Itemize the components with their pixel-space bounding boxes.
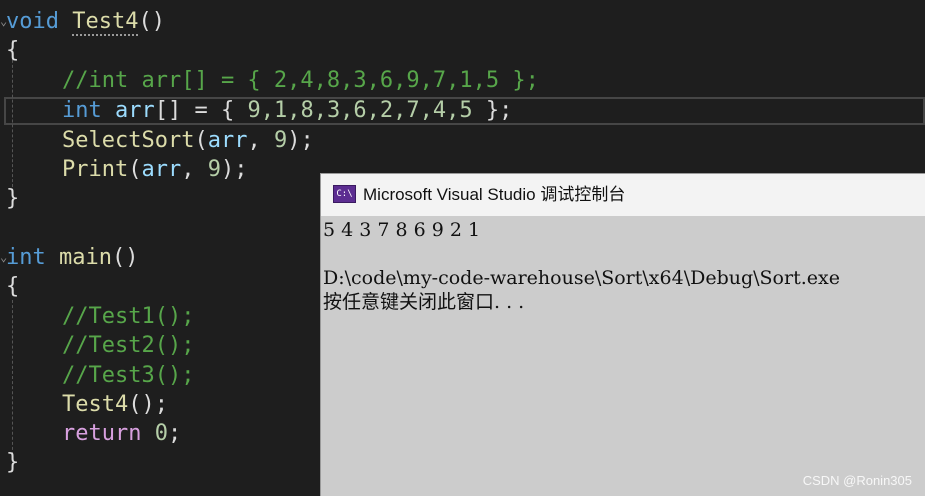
punctuation: );: [220, 157, 248, 182]
keyword: return: [62, 421, 142, 446]
open-brace: {: [6, 38, 20, 63]
number: 0: [154, 421, 168, 446]
console-app-icon: C:\: [333, 185, 356, 203]
punctuation: (: [194, 128, 208, 153]
code-line-3: //int arr[] = { 2,4,8,3,6,9,7,1,5 };: [62, 66, 539, 95]
number: 9: [207, 157, 221, 182]
comment: //Test2();: [62, 333, 195, 358]
code-line-1: void Test4(): [6, 7, 165, 36]
punctuation: ,: [181, 157, 208, 182]
punctuation: [] = {: [154, 98, 248, 123]
code-line-11: //Test1();: [62, 302, 194, 331]
variable: arr: [141, 157, 182, 182]
console-output-line: 按任意键关闭此窗口. . .: [323, 291, 525, 313]
keyword: int: [6, 245, 46, 270]
watermark: CSDN @Ronin305: [802, 473, 912, 488]
console-title: Microsoft Visual Studio 调试控制台: [363, 185, 626, 204]
close-brace: }: [6, 450, 20, 475]
variable: arr: [207, 128, 248, 153]
comment: //int arr[] = { 2,4,8,3,6,9,7,1,5 };: [62, 68, 539, 93]
code-line-15: return 0;: [62, 419, 181, 448]
parens: (): [138, 9, 165, 34]
code-line-13: //Test3();: [62, 361, 194, 390]
number-list: 9,1,8,3,6,2,7,4,5: [247, 98, 473, 123]
punctuation: );: [287, 128, 314, 153]
variable: arr: [115, 98, 155, 123]
code-line-2: {: [6, 36, 19, 65]
function-name: Test4: [62, 392, 129, 417]
punctuation: };: [472, 98, 513, 123]
punctuation: (: [128, 157, 142, 182]
debug-console-window[interactable]: C:\ Microsoft Visual Studio 调试控制台 5 4 3 …: [320, 173, 925, 496]
number: 9: [273, 128, 288, 153]
parens: (): [111, 245, 139, 270]
close-brace: }: [6, 186, 20, 211]
comment: //Test3();: [62, 363, 195, 388]
function-name: Print: [62, 157, 129, 182]
punctuation: ;: [167, 421, 182, 446]
console-output-line: 5 4 3 7 8 6 9 2 1: [323, 219, 481, 241]
function-name: Test4: [72, 9, 139, 36]
code-line-12: //Test2();: [62, 331, 194, 360]
code-line-5: SelectSort(arr, 9);: [62, 126, 314, 155]
code-line-7: }: [6, 184, 19, 213]
code-line-6: Print(arr, 9);: [62, 155, 247, 184]
code-line-10: {: [6, 272, 19, 301]
function-name: main: [59, 245, 112, 270]
code-line-14: Test4();: [62, 390, 168, 419]
console-output-line: D:\code\my-code-warehouse\Sort\x64\Debug…: [323, 267, 840, 289]
function-name: SelectSort: [62, 128, 195, 153]
console-titlebar[interactable]: C:\ Microsoft Visual Studio 调试控制台: [321, 174, 925, 216]
punctuation: ,: [247, 128, 274, 153]
code-line-16: }: [6, 448, 19, 477]
open-brace: {: [6, 274, 20, 299]
code-line-4: int arr[] = { 9,1,8,3,6,2,7,4,5 };: [62, 96, 512, 125]
code-line-9: int main(): [6, 243, 138, 272]
keyword: int: [62, 98, 102, 123]
keyword: void: [6, 9, 59, 34]
indent-guide: [12, 300, 13, 455]
comment: //Test1();: [62, 304, 195, 329]
punctuation: ();: [128, 392, 168, 417]
